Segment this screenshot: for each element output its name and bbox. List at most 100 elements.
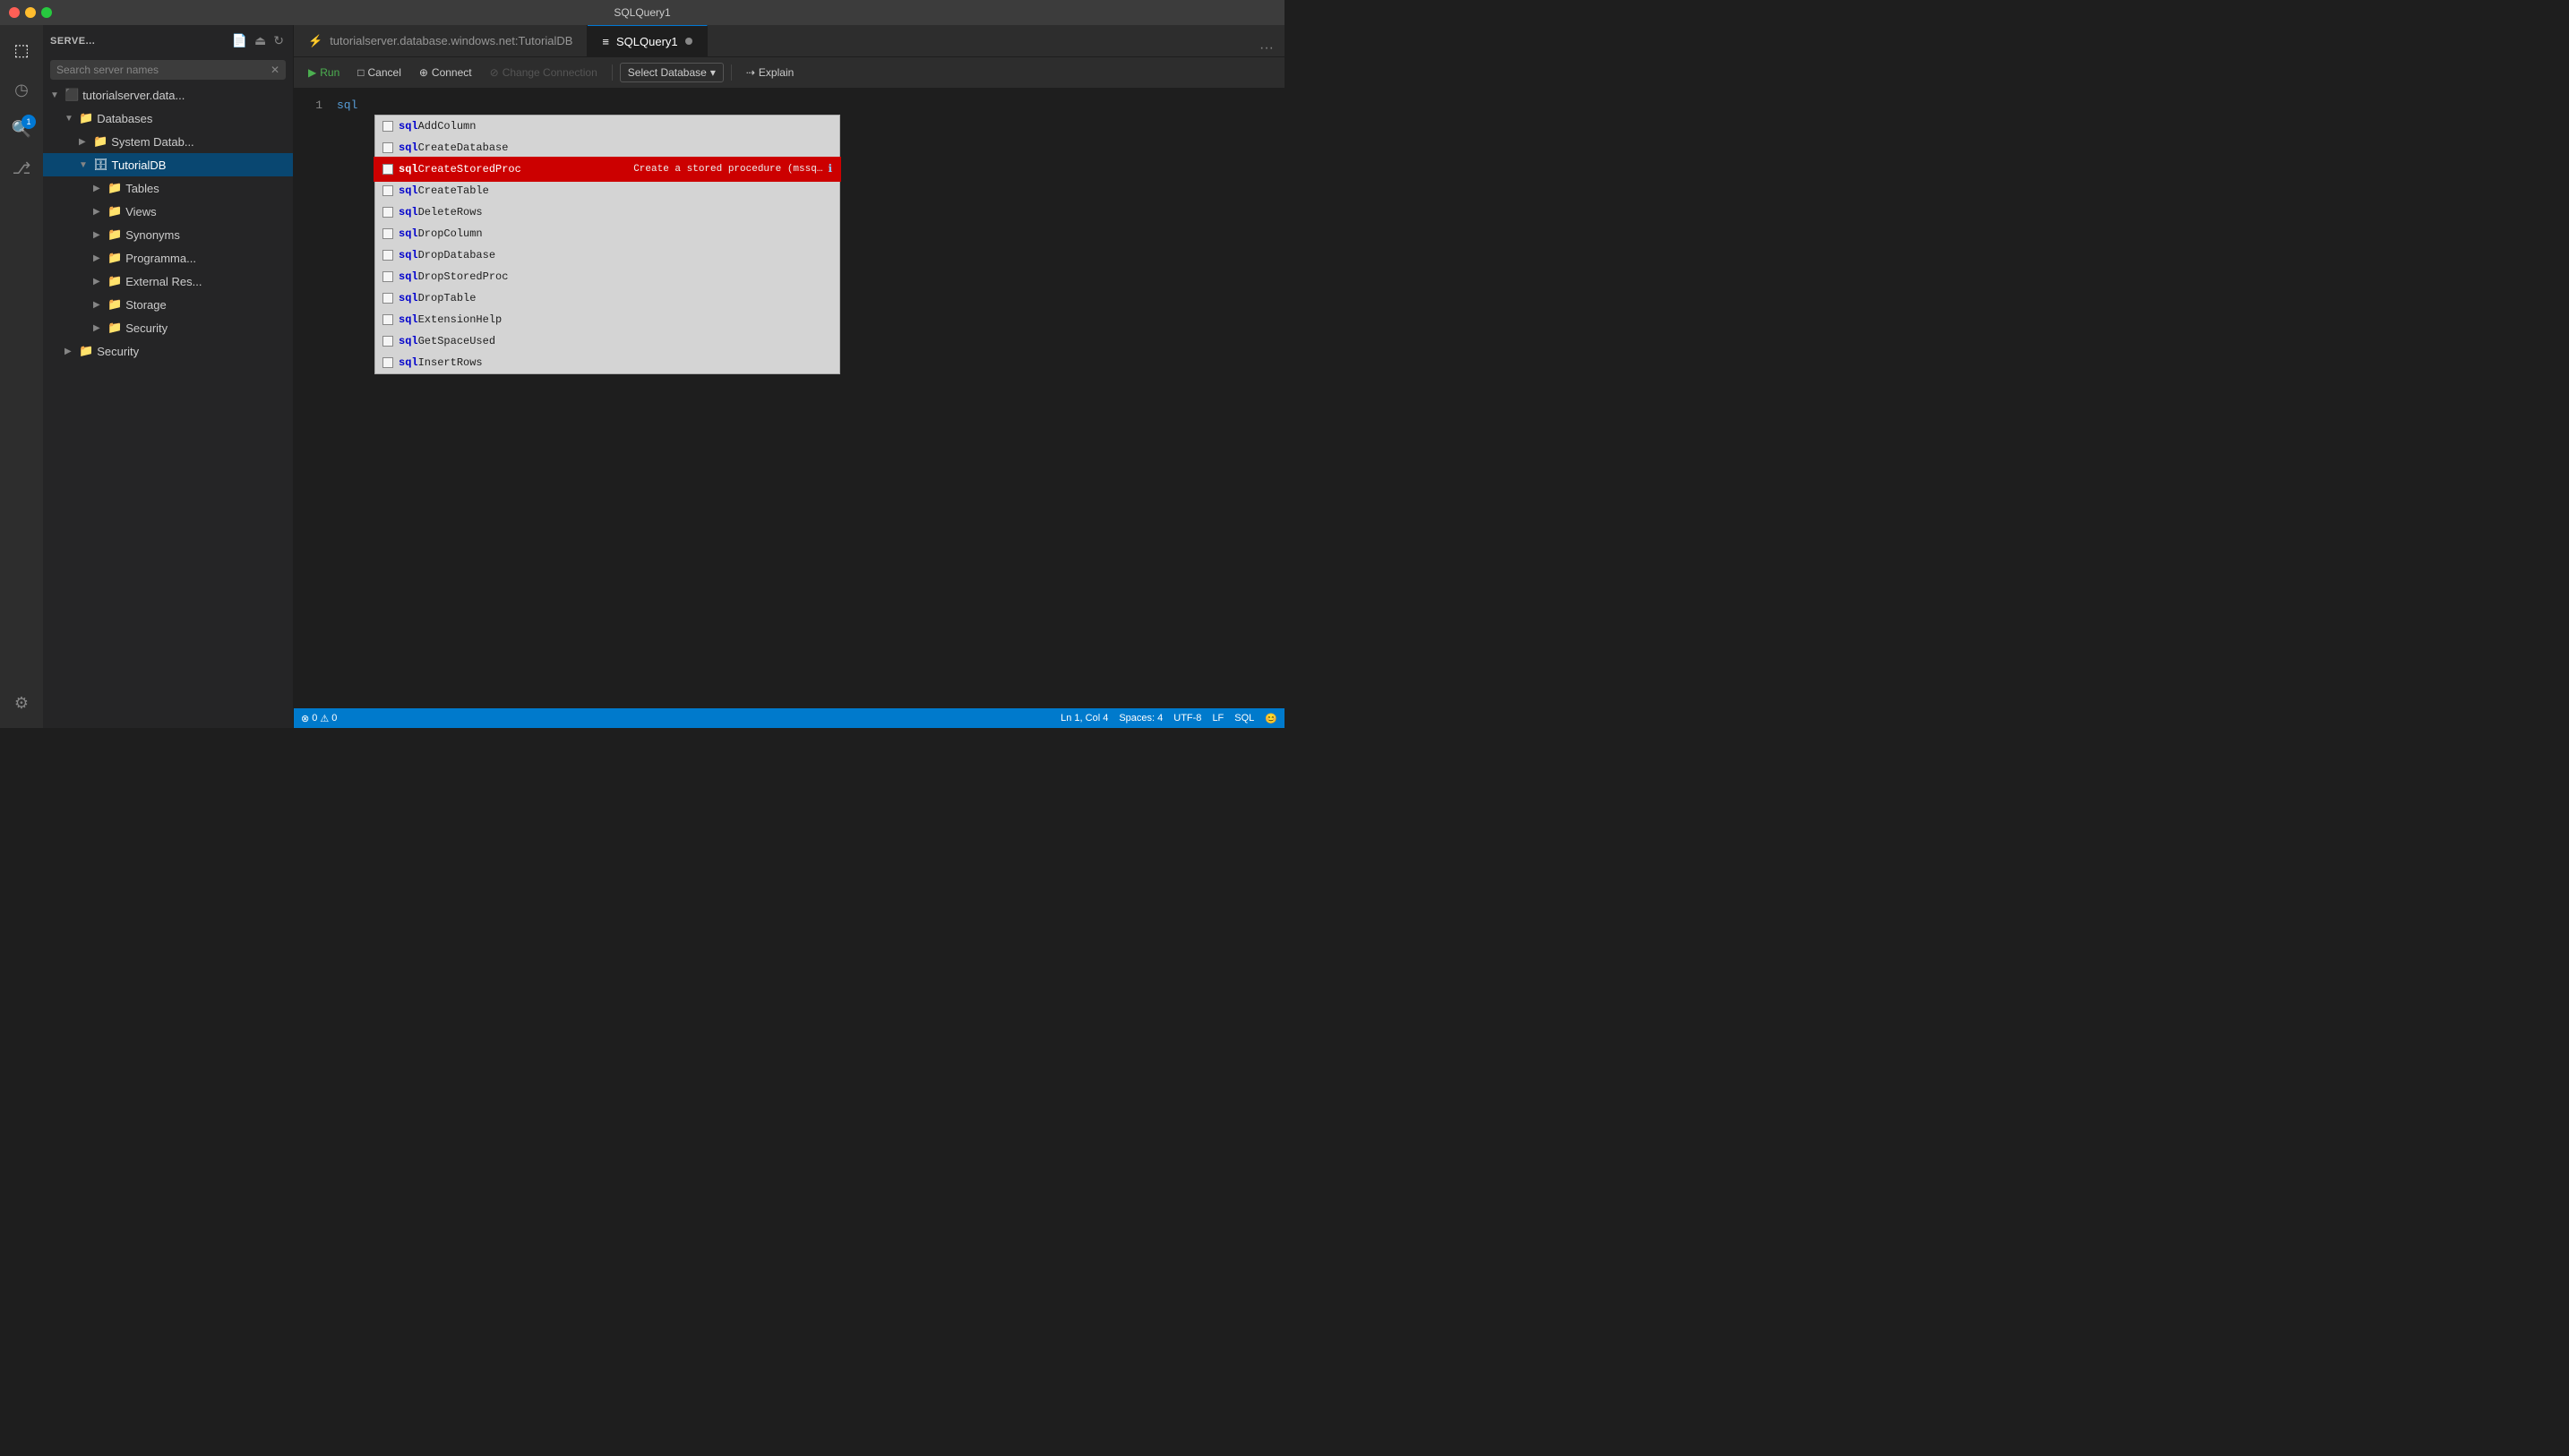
autocomplete-item-extensionhelp[interactable]: sqlExtensionHelp (375, 309, 839, 330)
status-errors[interactable]: ⊗ 0 ⚠ 0 (301, 713, 337, 724)
autocomplete-item-createtable[interactable]: sqlCreateTable (375, 180, 839, 201)
item-label: sqlGetSpaceUsed (399, 332, 832, 350)
item-prefix: sql (399, 120, 418, 133)
settings-icon[interactable]: ⚙ (4, 685, 39, 721)
item-checkbox (382, 357, 393, 368)
new-query-icon[interactable]: 📄 (230, 31, 249, 50)
item-prefix: sql (399, 141, 418, 154)
editor-area: 1 sql sqlAddColumn sqlCreateDatab (294, 88, 1284, 708)
folder-icon: 📁 (107, 204, 122, 218)
warning-icon: ⚠ (320, 713, 329, 724)
editor-content[interactable]: sql sqlAddColumn sqlCreateDatabase (330, 88, 1284, 708)
close-button[interactable] (9, 7, 20, 18)
folder-icon: 📁 (79, 111, 93, 125)
folder-icon: 📁 (107, 181, 122, 195)
modified-indicator (685, 38, 692, 45)
status-spaces: Spaces: 4 (1119, 713, 1163, 724)
autocomplete-dropdown[interactable]: sqlAddColumn sqlCreateDatabase sqlCreate… (374, 115, 840, 374)
tree-item-label: Tables (125, 182, 159, 195)
tree-item-security-db[interactable]: ▶ 📁 Security (43, 316, 293, 339)
item-label: sqlCreateTable (399, 182, 832, 200)
select-database-dropdown[interactable]: Select Database ▾ (620, 63, 724, 82)
chevron-down-icon: ▼ (79, 160, 93, 170)
status-smiley[interactable]: 😊 (1265, 713, 1277, 724)
tree-item-system-databases[interactable]: ▶ 📁 System Datab... (43, 130, 293, 153)
autocomplete-item-addcolumn[interactable]: sqlAddColumn (375, 116, 839, 137)
history-icon[interactable]: ◷ (4, 72, 39, 107)
tree-item-tables[interactable]: ▶ 📁 Tables (43, 176, 293, 200)
toolbar: ▶ Run □ Cancel ⊕ Connect ⊘ Change Connec… (294, 56, 1284, 88)
item-prefix: sql (399, 227, 418, 240)
autocomplete-item-createstoredproc[interactable]: sqlCreateStoredProc Create a stored proc… (375, 158, 839, 180)
autocomplete-item-insertrows[interactable]: sqlInsertRows (375, 352, 839, 373)
autocomplete-item-dropstoredproc[interactable]: sqlDropStoredProc (375, 266, 839, 287)
chevron-right-icon: ▶ (64, 347, 79, 356)
search-activity-icon[interactable]: 🔍 1 (4, 111, 39, 147)
autocomplete-item-deleterows[interactable]: sqlDeleteRows (375, 201, 839, 223)
autocomplete-item-createdatabase[interactable]: sqlCreateDatabase (375, 137, 839, 158)
item-checkbox (382, 293, 393, 304)
chevron-right-icon: ▶ (93, 253, 107, 263)
error-icon: ⊗ (301, 713, 309, 724)
item-prefix: sql (399, 163, 418, 176)
tab-query[interactable]: ≡ SQLQuery1 (588, 25, 707, 56)
chevron-right-icon: ▶ (93, 277, 107, 287)
run-button[interactable]: ▶ Run (301, 64, 347, 81)
folder-icon: 📁 (107, 274, 122, 288)
item-checkbox (382, 314, 393, 325)
info-icon[interactable]: ℹ (828, 160, 832, 178)
toolbar-separator (612, 64, 613, 81)
change-connection-label: Change Connection (503, 66, 597, 79)
search-clear-icon[interactable]: ✕ (271, 64, 279, 76)
connect-button[interactable]: ⊕ Connect (412, 64, 479, 81)
autocomplete-item-getspaceused[interactable]: sqlGetSpaceUsed (375, 330, 839, 352)
window-title: SQLQuery1 (614, 6, 670, 19)
tab-query-label: SQLQuery1 (616, 35, 678, 48)
autocomplete-item-dropcolumn[interactable]: sqlDropColumn (375, 223, 839, 244)
connect-label: Connect (432, 66, 472, 79)
explain-label: Explain (759, 66, 794, 79)
git-icon[interactable]: ⎇ (4, 150, 39, 186)
toolbar-separator-2 (731, 64, 732, 81)
server-search-box[interactable]: ✕ (50, 60, 286, 80)
tree-item-storage[interactable]: ▶ 📁 Storage (43, 293, 293, 316)
main-area: ⚡ tutorialserver.database.windows.net:Tu… (294, 25, 1284, 728)
tree-item-programmability[interactable]: ▶ 📁 Programma... (43, 246, 293, 270)
tab-connection[interactable]: ⚡ tutorialserver.database.windows.net:Tu… (294, 25, 588, 56)
chevron-right-icon: ▶ (79, 137, 93, 147)
tree-item-label: Security (97, 345, 139, 358)
change-connection-button[interactable]: ⊘ Change Connection (483, 64, 605, 81)
tree-item-views[interactable]: ▶ 📁 Views (43, 200, 293, 223)
tree-item-synonyms[interactable]: ▶ 📁 Synonyms (43, 223, 293, 246)
tree-item-tutorialdb[interactable]: ▼ 🗄 TutorialDB (43, 153, 293, 176)
editor-text: sql (337, 98, 357, 112)
tree-item-server[interactable]: ▼ ⬛ tutorialserver.data... (43, 83, 293, 107)
item-label: sqlInsertRows (399, 354, 832, 372)
tree-item-security-server[interactable]: ▶ 📁 Security (43, 339, 293, 363)
item-checkbox (382, 336, 393, 347)
autocomplete-item-droptable[interactable]: sqlDropTable (375, 287, 839, 309)
item-checkbox (382, 142, 393, 153)
refresh-icon[interactable]: ↻ (271, 31, 286, 50)
tree-item-external-resources[interactable]: ▶ 📁 External Res... (43, 270, 293, 293)
connect-icon: ⊕ (419, 66, 428, 79)
status-line-ending: LF (1212, 713, 1224, 724)
notification-badge: 1 (21, 115, 36, 129)
cancel-button[interactable]: □ Cancel (350, 64, 408, 81)
item-suffix: CreateTable (418, 184, 489, 197)
select-database-label: Select Database (628, 66, 707, 79)
servers-icon[interactable]: ⬚ (4, 32, 39, 68)
explain-button[interactable]: ⇢ Explain (739, 64, 801, 81)
autocomplete-item-dropdatabase[interactable]: sqlDropDatabase (375, 244, 839, 266)
minimize-button[interactable] (25, 7, 36, 18)
sidebar: SERVE... 📄 ⏏ ↻ ✕ ▼ ⬛ tutorialserver.data… (43, 25, 294, 728)
chevron-right-icon: ▶ (93, 323, 107, 333)
disconnect-icon[interactable]: ⏏ (253, 31, 268, 50)
chevron-down-icon: ▾ (710, 66, 716, 79)
search-input[interactable] (56, 64, 271, 76)
maximize-button[interactable] (41, 7, 52, 18)
tab-overflow-icon[interactable]: ··· (1249, 40, 1284, 56)
tree-item-databases[interactable]: ▼ 📁 Databases (43, 107, 293, 130)
tree-item-label: TutorialDB (112, 158, 167, 172)
item-label: sqlDropStoredProc (399, 268, 832, 286)
